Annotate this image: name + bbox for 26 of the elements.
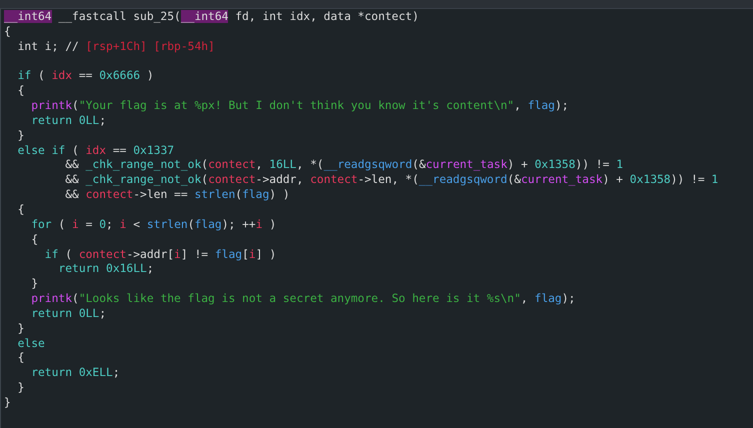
code-line: return 0xELL;: [30, 366, 121, 382]
code-line: return 0LL;: [30, 306, 108, 322]
code-line: {: [4, 24, 12, 40]
code-line: && _chk_range_not_ok(contect->addr, contect->len, *(__readgsqword(&current_task) + 0x1358)) != 1: [64, 173, 720, 188]
code-line: __int64 __fastcall sub_25(__int64 fd, int idx, data *contect): [4, 10, 420, 25]
code-line: else: [16, 336, 46, 352]
code-line: {: [16, 351, 26, 366]
code-line: return 0x16LL;: [57, 262, 155, 278]
code-line: return 0LL;: [30, 114, 108, 129]
code-line: && contect->len == strlen(flag) ): [64, 188, 291, 203]
code-line: }: [16, 322, 26, 337]
code-line: }: [30, 277, 40, 292]
code-line: }: [16, 128, 26, 144]
code-line: int i; // [rsp+1Ch] [rbp-54h]: [16, 40, 216, 55]
code-line: }: [16, 381, 26, 396]
code-line: if ( contect->addr[i] != flag[i] ): [44, 248, 278, 262]
code-line: && _chk_range_not_ok(contect, 16LL, *(__readgsqword(&current_task) + 0x1358)) != 1: [64, 158, 624, 174]
code-line: else if ( idx == 0x1337: [16, 144, 176, 158]
code-line: for ( i = 0; i < strlen(flag); ++i ): [30, 218, 278, 233]
code-line: printk("Your flag is at %px! But I don't think you know it's content\n", flag);: [30, 99, 570, 114]
code-line: }: [4, 396, 12, 411]
code-line: if ( idx == 0x6666 ): [16, 69, 155, 84]
code-line: printk("Looks like the flag is not a secret anymore. So here is it %s\n", flag);: [30, 292, 576, 307]
code-line: {: [16, 84, 26, 100]
code-line: {: [30, 232, 40, 248]
code-line: {: [16, 202, 26, 218]
